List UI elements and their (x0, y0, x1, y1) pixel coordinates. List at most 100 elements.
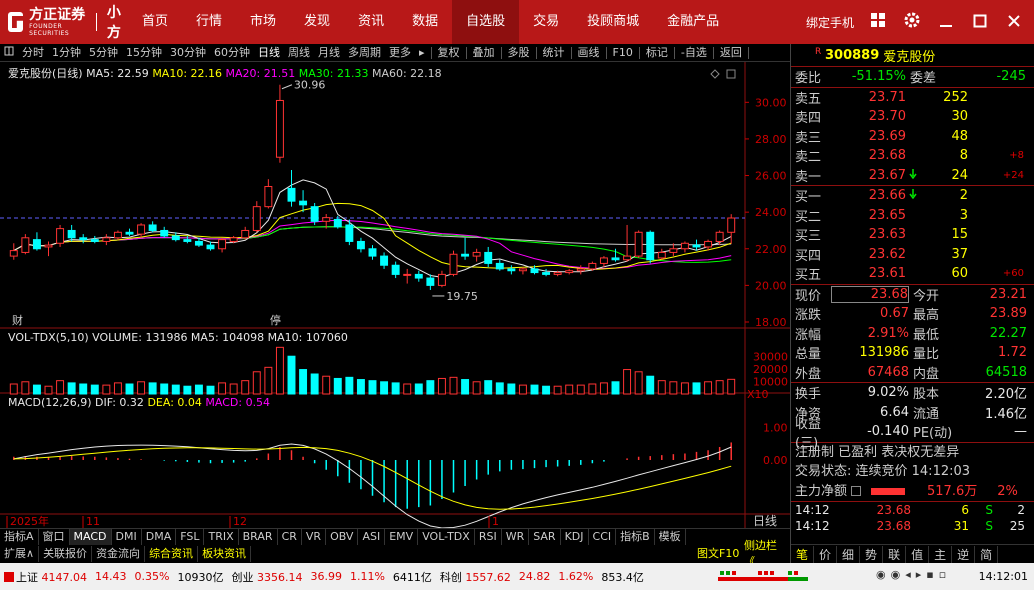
quote-tab-7[interactable]: 逆 (952, 545, 976, 563)
toolbar-right-6[interactable]: 标记 (642, 44, 672, 62)
buy-row[interactable]: 买四 23.62 37 (791, 245, 1034, 265)
period-9[interactable]: 多周期 (344, 44, 385, 62)
grid-icon[interactable] (868, 12, 888, 32)
period-4[interactable]: 30分钟 (166, 44, 210, 62)
volume-bar (634, 371, 643, 395)
sell-row[interactable]: 卖二 23.68 8 +8 (791, 146, 1034, 166)
menu-item-8[interactable]: 投顾商城 (573, 0, 653, 44)
sell-row[interactable]: 卖一 23.67 24 +24 (791, 166, 1034, 186)
status-tool-icons[interactable]: ◉◉◂▸▪▫ (876, 568, 951, 581)
indicator-tab-5[interactable]: FSL (176, 529, 205, 545)
quote-tab-1[interactable]: 价 (814, 545, 838, 563)
indicator-tab-0[interactable]: 指标A (0, 529, 39, 545)
menu-item-2[interactable]: 市场 (236, 0, 290, 44)
toolbar-right-4[interactable]: 画线 (574, 44, 604, 62)
expand-tab-1[interactable]: 关联报价 (39, 546, 93, 562)
toolbar-right-5[interactable]: F10 (609, 44, 637, 62)
menu-item-1[interactable]: 行情 (182, 0, 236, 44)
market-breadth-icon[interactable] (718, 569, 878, 586)
sell-row[interactable]: 卖四 23.70 30 (791, 107, 1034, 127)
volume-bar (171, 384, 180, 395)
menu-item-4[interactable]: 资讯 (344, 0, 398, 44)
toolbar-right-3[interactable]: 统计 (539, 44, 569, 62)
macd-dea: DEA: 0.04 (147, 396, 202, 409)
clock: 14:12:01 (978, 570, 1028, 583)
period-10[interactable]: 更多 (385, 44, 415, 62)
kline-chart-area[interactable]: 30.00 28.00 26.00 24.00 22.00 20.00 18.00 30.96… (0, 62, 790, 528)
expand-tab-3[interactable]: 综合资讯 (145, 546, 199, 562)
candle-body (634, 231, 643, 257)
bind-phone-button[interactable]: 绑定手机 (806, 14, 854, 31)
quote-tab-6[interactable]: 主 (929, 545, 953, 563)
toolbar-right-0[interactable]: 复权 (434, 44, 464, 62)
menu-item-6[interactable]: 自选股 (452, 0, 520, 44)
expand-tab-0[interactable]: 扩展∧ (0, 546, 40, 562)
cy-index[interactable]: 创业 3356.14 (231, 569, 302, 585)
indicator-tab-8[interactable]: CR (278, 529, 302, 545)
menu-item-0[interactable]: 首页 (128, 0, 182, 44)
period-2[interactable]: 5分钟 (85, 44, 122, 62)
period-3[interactable]: 15分钟 (122, 44, 166, 62)
quote-tab-8[interactable]: 简 (975, 545, 999, 563)
toolbar-right-7[interactable]: -自选 (677, 44, 711, 62)
more-caret-icon[interactable]: ▸ (415, 44, 429, 62)
sh-index[interactable]: 上证 4147.04 (4, 569, 87, 585)
candle-body (646, 231, 655, 261)
indicator-tab-10[interactable]: OBV (326, 529, 359, 545)
indicator-tab-14[interactable]: RSI (475, 529, 502, 545)
quote-tab-3[interactable]: 势 (860, 545, 884, 563)
menu-item-9[interactable]: 金融产品 (653, 0, 733, 44)
sell-row[interactable]: 卖五 23.71 252 (791, 88, 1034, 108)
buy-row[interactable]: 买一 23.66 2 (791, 186, 1034, 206)
tick-row: 14:12 23.68 6 S 2 (795, 503, 1025, 517)
toolbar-right-2[interactable]: 多股 (504, 44, 534, 62)
toolbar-right-8[interactable]: 返回 (716, 44, 746, 62)
period-0[interactable]: 分时 (18, 44, 48, 62)
indicator-tab-3[interactable]: DMI (112, 529, 142, 545)
indicator-tab-4[interactable]: DMA (142, 529, 177, 545)
volume-bar (356, 379, 365, 395)
indicator-tab-15[interactable]: WR (502, 529, 530, 545)
minimize-icon[interactable] (936, 13, 956, 32)
sell-row[interactable]: 卖三 23.69 48 (791, 127, 1034, 147)
indicator-tab-17[interactable]: KDJ (561, 529, 589, 545)
layout-icon[interactable] (0, 44, 18, 62)
menu-item-3[interactable]: 发现 (290, 0, 344, 44)
period-5[interactable]: 60分钟 (210, 44, 254, 62)
toolbar-right-1[interactable]: 叠加 (469, 44, 499, 62)
gear-icon[interactable] (902, 11, 922, 33)
period-8[interactable]: 月线 (314, 44, 344, 62)
expand-tab-2[interactable]: 资金流向 (92, 546, 146, 562)
buy-row[interactable]: 买二 23.65 3 (791, 206, 1034, 226)
maximize-icon[interactable] (970, 13, 990, 32)
indicator-tab-20[interactable]: 模板 (655, 529, 686, 545)
quote-tab-5[interactable]: 值 (906, 545, 930, 563)
quote-tab-4[interactable]: 联 (883, 545, 907, 563)
menu-item-7[interactable]: 交易 (519, 0, 573, 44)
quote-tab-0[interactable]: 笔 (791, 545, 815, 563)
indicator-tab-7[interactable]: BRAR (239, 529, 278, 545)
quote-tab-2[interactable]: 细 (837, 545, 861, 563)
f10-link[interactable]: 图文F10 (693, 546, 743, 562)
indicator-tab-19[interactable]: 指标B (616, 529, 655, 545)
indicator-tab-11[interactable]: ASI (358, 529, 386, 545)
indicator-tab-6[interactable]: TRIX (204, 529, 239, 545)
kline-chart[interactable]: 30.0028.0026.0024.0022.0020.0018.0030.96… (0, 62, 790, 528)
expand-tab-4[interactable]: 板块资讯 (198, 546, 252, 562)
period-1[interactable]: 1分钟 (48, 44, 85, 62)
indicator-tab-12[interactable]: EMV (385, 529, 419, 545)
period-7[interactable]: 周线 (284, 44, 314, 62)
close-icon[interactable] (1004, 13, 1024, 32)
indicator-tab-18[interactable]: CCI (589, 529, 617, 545)
buy-row[interactable]: 买五 23.61 60 +60 (791, 264, 1034, 284)
kc-index[interactable]: 科创 1557.62 (440, 569, 511, 585)
indicator-tab-13[interactable]: VOL-TDX (418, 529, 475, 545)
main-net-icon[interactable] (851, 486, 862, 497)
indicator-tab-16[interactable]: SAR (529, 529, 561, 545)
buy-row[interactable]: 买三 23.63 15 (791, 225, 1034, 245)
menu-item-5[interactable]: 数据 (398, 0, 452, 44)
period-6[interactable]: 日线 (254, 44, 284, 62)
indicator-tab-1[interactable]: 窗口 (39, 529, 70, 545)
indicator-tab-9[interactable]: VR (302, 529, 327, 545)
indicator-tab-2[interactable]: MACD (69, 529, 112, 545)
